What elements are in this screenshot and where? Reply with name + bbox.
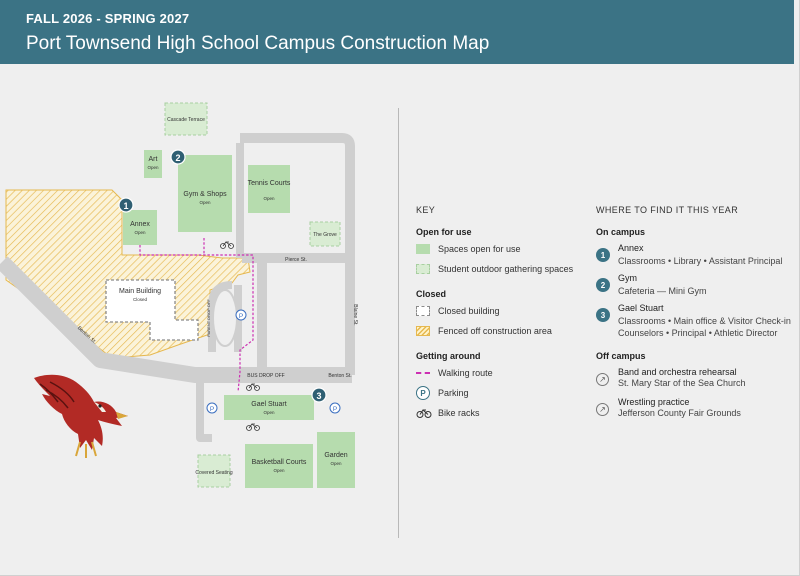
page-title: Port Townsend High School Campus Constru…: [26, 33, 490, 54]
arrow-up-right-icon: ↗: [596, 403, 609, 416]
gathering-swatch: [416, 264, 430, 274]
location-gym: 2 Gym Cafeteria — Mini Gym: [596, 273, 796, 297]
location-band-rehearsal: ↗ Band and orchestra rehearsal St. Mary …: [596, 367, 796, 391]
where-heading: WHERE TO FIND IT THIS YEAR: [596, 205, 739, 215]
svg-text:Main Building: Main Building: [119, 288, 161, 295]
header-banner: FALL 2026 - SPRING 2027 Port Townsend Hi…: [0, 0, 794, 64]
svg-text:Closed: Closed: [133, 297, 148, 302]
off-campus-heading: Off campus: [596, 351, 646, 361]
art-building: Art Open: [144, 150, 162, 178]
svg-text:Open: Open: [147, 165, 159, 170]
svg-text:P: P: [210, 406, 214, 413]
cascade-terrace: Cascade Terrace: [164, 102, 208, 136]
key-heading: KEY: [416, 205, 436, 215]
campus-map: Pierce St. Benton St. BUS DROP OFF Bento…: [0, 102, 358, 488]
open-swatch: [416, 244, 430, 254]
basketball-courts: Basketball Courts Open: [245, 444, 313, 488]
svg-text:P: P: [333, 406, 337, 413]
tennis-courts: Tennis Courts Open: [248, 165, 291, 213]
key-walking-route: Walking route: [416, 365, 586, 381]
gym-building: Gym & Shops Open: [178, 155, 232, 232]
svg-text:Open: Open: [199, 200, 211, 205]
pierce-st-label: Pierce St.: [285, 257, 307, 263]
svg-text:Open: Open: [263, 196, 275, 201]
svg-text:Art: Art: [149, 156, 158, 163]
key-closed-building: Closed building: [416, 303, 586, 319]
parking-icon: P: [206, 402, 218, 414]
bike-rack-icon: [246, 423, 260, 431]
annex-building: Annex Open: [123, 210, 157, 245]
key-gathering-spaces: Student outdoor gathering spaces: [416, 261, 586, 277]
svg-text:P: P: [239, 313, 243, 320]
svg-text:3: 3: [316, 391, 321, 401]
svg-text:Open: Open: [330, 461, 342, 466]
svg-text:Tennis Courts: Tennis Courts: [248, 180, 291, 187]
fence-swatch: [416, 326, 430, 336]
the-grove: The Grove: [309, 221, 341, 247]
closed-swatch: [416, 306, 430, 316]
svg-text:Covered Seating: Covered Seating: [195, 470, 232, 476]
around-heading: Getting around: [416, 351, 481, 361]
key-panel: KEY Open for use Spaces open for use Stu…: [416, 205, 586, 421]
location-number: 3: [596, 308, 610, 322]
arrow-up-right-icon: ↗: [596, 373, 609, 386]
parking-icon: P: [416, 386, 430, 400]
garden: Garden Open: [317, 432, 355, 488]
svg-text:1: 1: [123, 201, 128, 211]
hawk-mascot-icon: [34, 374, 128, 458]
svg-text:Open: Open: [263, 410, 275, 415]
svg-text:Gael Stuart: Gael Stuart: [251, 401, 286, 408]
walking-route-swatch: [416, 372, 430, 374]
parking-icon: P: [235, 309, 247, 321]
marker-gym: 2: [170, 149, 186, 165]
bike-rack-icon: [220, 241, 234, 249]
svg-text:Gym & Shops: Gym & Shops: [183, 191, 227, 198]
parking-icon: P: [329, 402, 341, 414]
svg-text:Open: Open: [273, 468, 285, 473]
marker-annex: 1: [118, 197, 134, 213]
bus-drop-off-label: BUS DROP OFF: [247, 373, 284, 379]
bike-icon: [416, 409, 432, 418]
location-number: 2: [596, 278, 610, 292]
svg-text:The Grove: The Grove: [313, 232, 337, 238]
marker-gael-stuart: 3: [311, 387, 327, 403]
key-bike-racks: Bike racks: [416, 405, 586, 421]
bike-rack-icon: [246, 383, 260, 391]
where-panel: WHERE TO FIND IT THIS YEAR On campus 1 A…: [596, 205, 796, 421]
location-gael-stuart: 3 Gael Stuart Classrooms • Main office &…: [596, 303, 796, 339]
key-construction-area: Fenced off construction area: [416, 323, 586, 339]
location-annex: 1 Annex Classrooms • Library • Assistant…: [596, 243, 796, 267]
svg-text:Basketball Courts: Basketball Courts: [252, 459, 307, 466]
gael-stuart-building: Gael Stuart Open: [224, 395, 314, 420]
svg-text:Garden: Garden: [324, 452, 347, 459]
blaine-st-label: Blaine St.: [352, 304, 358, 325]
key-open-spaces: Spaces open for use: [416, 241, 586, 257]
parent-drop-off-label: PARENT DROP OFF: [206, 299, 211, 337]
location-number: 1: [596, 248, 610, 262]
svg-text:Open: Open: [134, 230, 146, 235]
location-wrestling: ↗ Wrestling practice Jefferson County Fa…: [596, 397, 796, 421]
panel-divider: [398, 108, 399, 538]
benton-st-label-right: Benton St.: [328, 373, 351, 379]
open-heading: Open for use: [416, 227, 472, 237]
key-parking: P Parking: [416, 385, 586, 401]
covered-seating: Covered Seating: [195, 454, 233, 488]
svg-text:Annex: Annex: [130, 221, 150, 228]
map-page: FALL 2026 - SPRING 2027 Port Townsend Hi…: [0, 0, 800, 576]
closed-heading: Closed: [416, 289, 447, 299]
parking-lot-center: [212, 289, 238, 347]
svg-text:2: 2: [175, 153, 180, 163]
svg-text:Cascade Terrace: Cascade Terrace: [167, 117, 205, 123]
term-label: FALL 2026 - SPRING 2027: [26, 11, 190, 26]
on-campus-heading: On campus: [596, 227, 646, 237]
